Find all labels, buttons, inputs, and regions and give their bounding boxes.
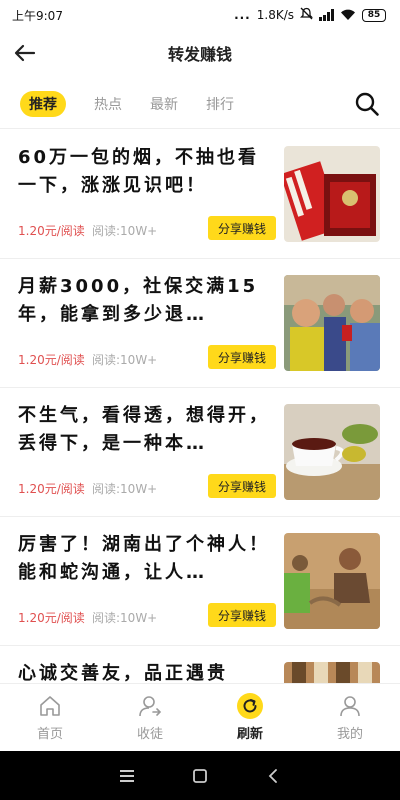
app-header: 转发赚钱 (0, 30, 400, 76)
article-thumbnail[interactable] (284, 404, 380, 500)
article-reads: 阅读:10W+ (92, 224, 158, 238)
status-bar: 上午9:07 ... 1.8K/s 85 (0, 0, 400, 30)
nav-profile[interactable]: 我的 (300, 684, 400, 751)
refresh-icon (237, 693, 263, 719)
page-title: 转发赚钱 (167, 45, 232, 64)
article-title[interactable]: 心诚交善友，品正遇贵 (18, 660, 280, 683)
search-icon[interactable] (354, 91, 380, 117)
article-thumbnail[interactable] (284, 275, 380, 371)
share-earn-button[interactable]: 分享赚钱 (208, 216, 276, 240)
system-nav-bar (0, 751, 400, 800)
article-price: 1.20元/阅读 (18, 482, 85, 496)
article-reads: 阅读:10W+ (92, 353, 158, 367)
signal-icon (319, 9, 334, 21)
article-reads: 阅读:10W+ (92, 611, 158, 625)
home-icon (37, 693, 63, 719)
nav-recruit[interactable]: 收徒 (100, 684, 200, 751)
network-speed: 1.8K/s (256, 8, 294, 22)
share-earn-button[interactable]: 分享赚钱 (208, 345, 276, 369)
nav-home[interactable]: 首页 (0, 684, 100, 751)
nav-label: 刷新 (236, 727, 263, 742)
article-thumbnail[interactable] (284, 662, 380, 683)
article-item[interactable]: 月薪3000，社保交满15年，能拿到多少退… 1.20元/阅读 阅读:10W+ … (0, 259, 400, 388)
battery-icon: 85 (362, 8, 386, 22)
user-add-icon (137, 693, 163, 719)
article-item[interactable]: 不生气，看得透，想得开，丢得下，是一种本… 1.20元/阅读 阅读:10W+ 分… (0, 388, 400, 517)
tab-latest[interactable]: 最新 (150, 89, 178, 119)
menu-icon[interactable] (115, 764, 139, 788)
tab-recommend[interactable]: 推荐 (20, 91, 66, 117)
article-reads: 阅读:10W+ (92, 482, 158, 496)
nav-label: 收徒 (136, 727, 163, 742)
nav-label: 我的 (336, 727, 363, 742)
mute-icon (299, 7, 314, 23)
tab-ranking[interactable]: 排行 (206, 89, 234, 119)
article-price: 1.20元/阅读 (18, 353, 85, 367)
tab-hot[interactable]: 热点 (94, 89, 122, 119)
article-thumbnail[interactable] (284, 146, 380, 242)
article-thumbnail[interactable] (284, 533, 380, 629)
article-price: 1.20元/阅读 (18, 224, 85, 238)
back-chevron-icon[interactable] (261, 764, 285, 788)
article-price: 1.20元/阅读 (18, 611, 85, 625)
nav-label: 首页 (36, 727, 63, 742)
article-title[interactable]: 60万一包的烟，不抽也看一下，涨涨见识吧！ (18, 144, 280, 200)
arrow-left-icon[interactable] (10, 38, 40, 68)
article-title[interactable]: 厉害了！湖南出了个神人！能和蛇沟通，让人… (18, 531, 280, 587)
article-item[interactable]: 厉害了！湖南出了个神人！能和蛇沟通，让人… 1.20元/阅读 阅读:10W+ 分… (0, 517, 400, 646)
tabs-divider (0, 128, 400, 129)
article-title[interactable]: 不生气，看得透，想得开，丢得下，是一种本… (18, 402, 280, 458)
category-tabs: 推荐 热点 最新 排行 (0, 84, 400, 124)
article-item[interactable]: 60万一包的烟，不抽也看一下，涨涨见识吧！ 1.20元/阅读 阅读:10W+ 分… (0, 130, 400, 259)
profile-icon (337, 693, 363, 719)
status-dots: ... (234, 8, 251, 22)
bottom-nav: 首页 收徒 刷新 我的 (0, 683, 400, 751)
article-item[interactable]: 心诚交善友，品正遇贵 (0, 646, 400, 683)
share-earn-button[interactable]: 分享赚钱 (208, 474, 276, 498)
status-indicators: ... 1.8K/s 85 (234, 7, 386, 23)
home-square-icon[interactable] (188, 764, 212, 788)
status-time: 上午9:07 (12, 8, 63, 23)
wifi-icon (340, 9, 356, 21)
nav-refresh[interactable]: 刷新 (200, 684, 300, 751)
article-title[interactable]: 月薪3000，社保交满15年，能拿到多少退… (18, 273, 280, 329)
share-earn-button[interactable]: 分享赚钱 (208, 603, 276, 627)
article-feed: 60万一包的烟，不抽也看一下，涨涨见识吧！ 1.20元/阅读 阅读:10W+ 分… (0, 130, 400, 683)
